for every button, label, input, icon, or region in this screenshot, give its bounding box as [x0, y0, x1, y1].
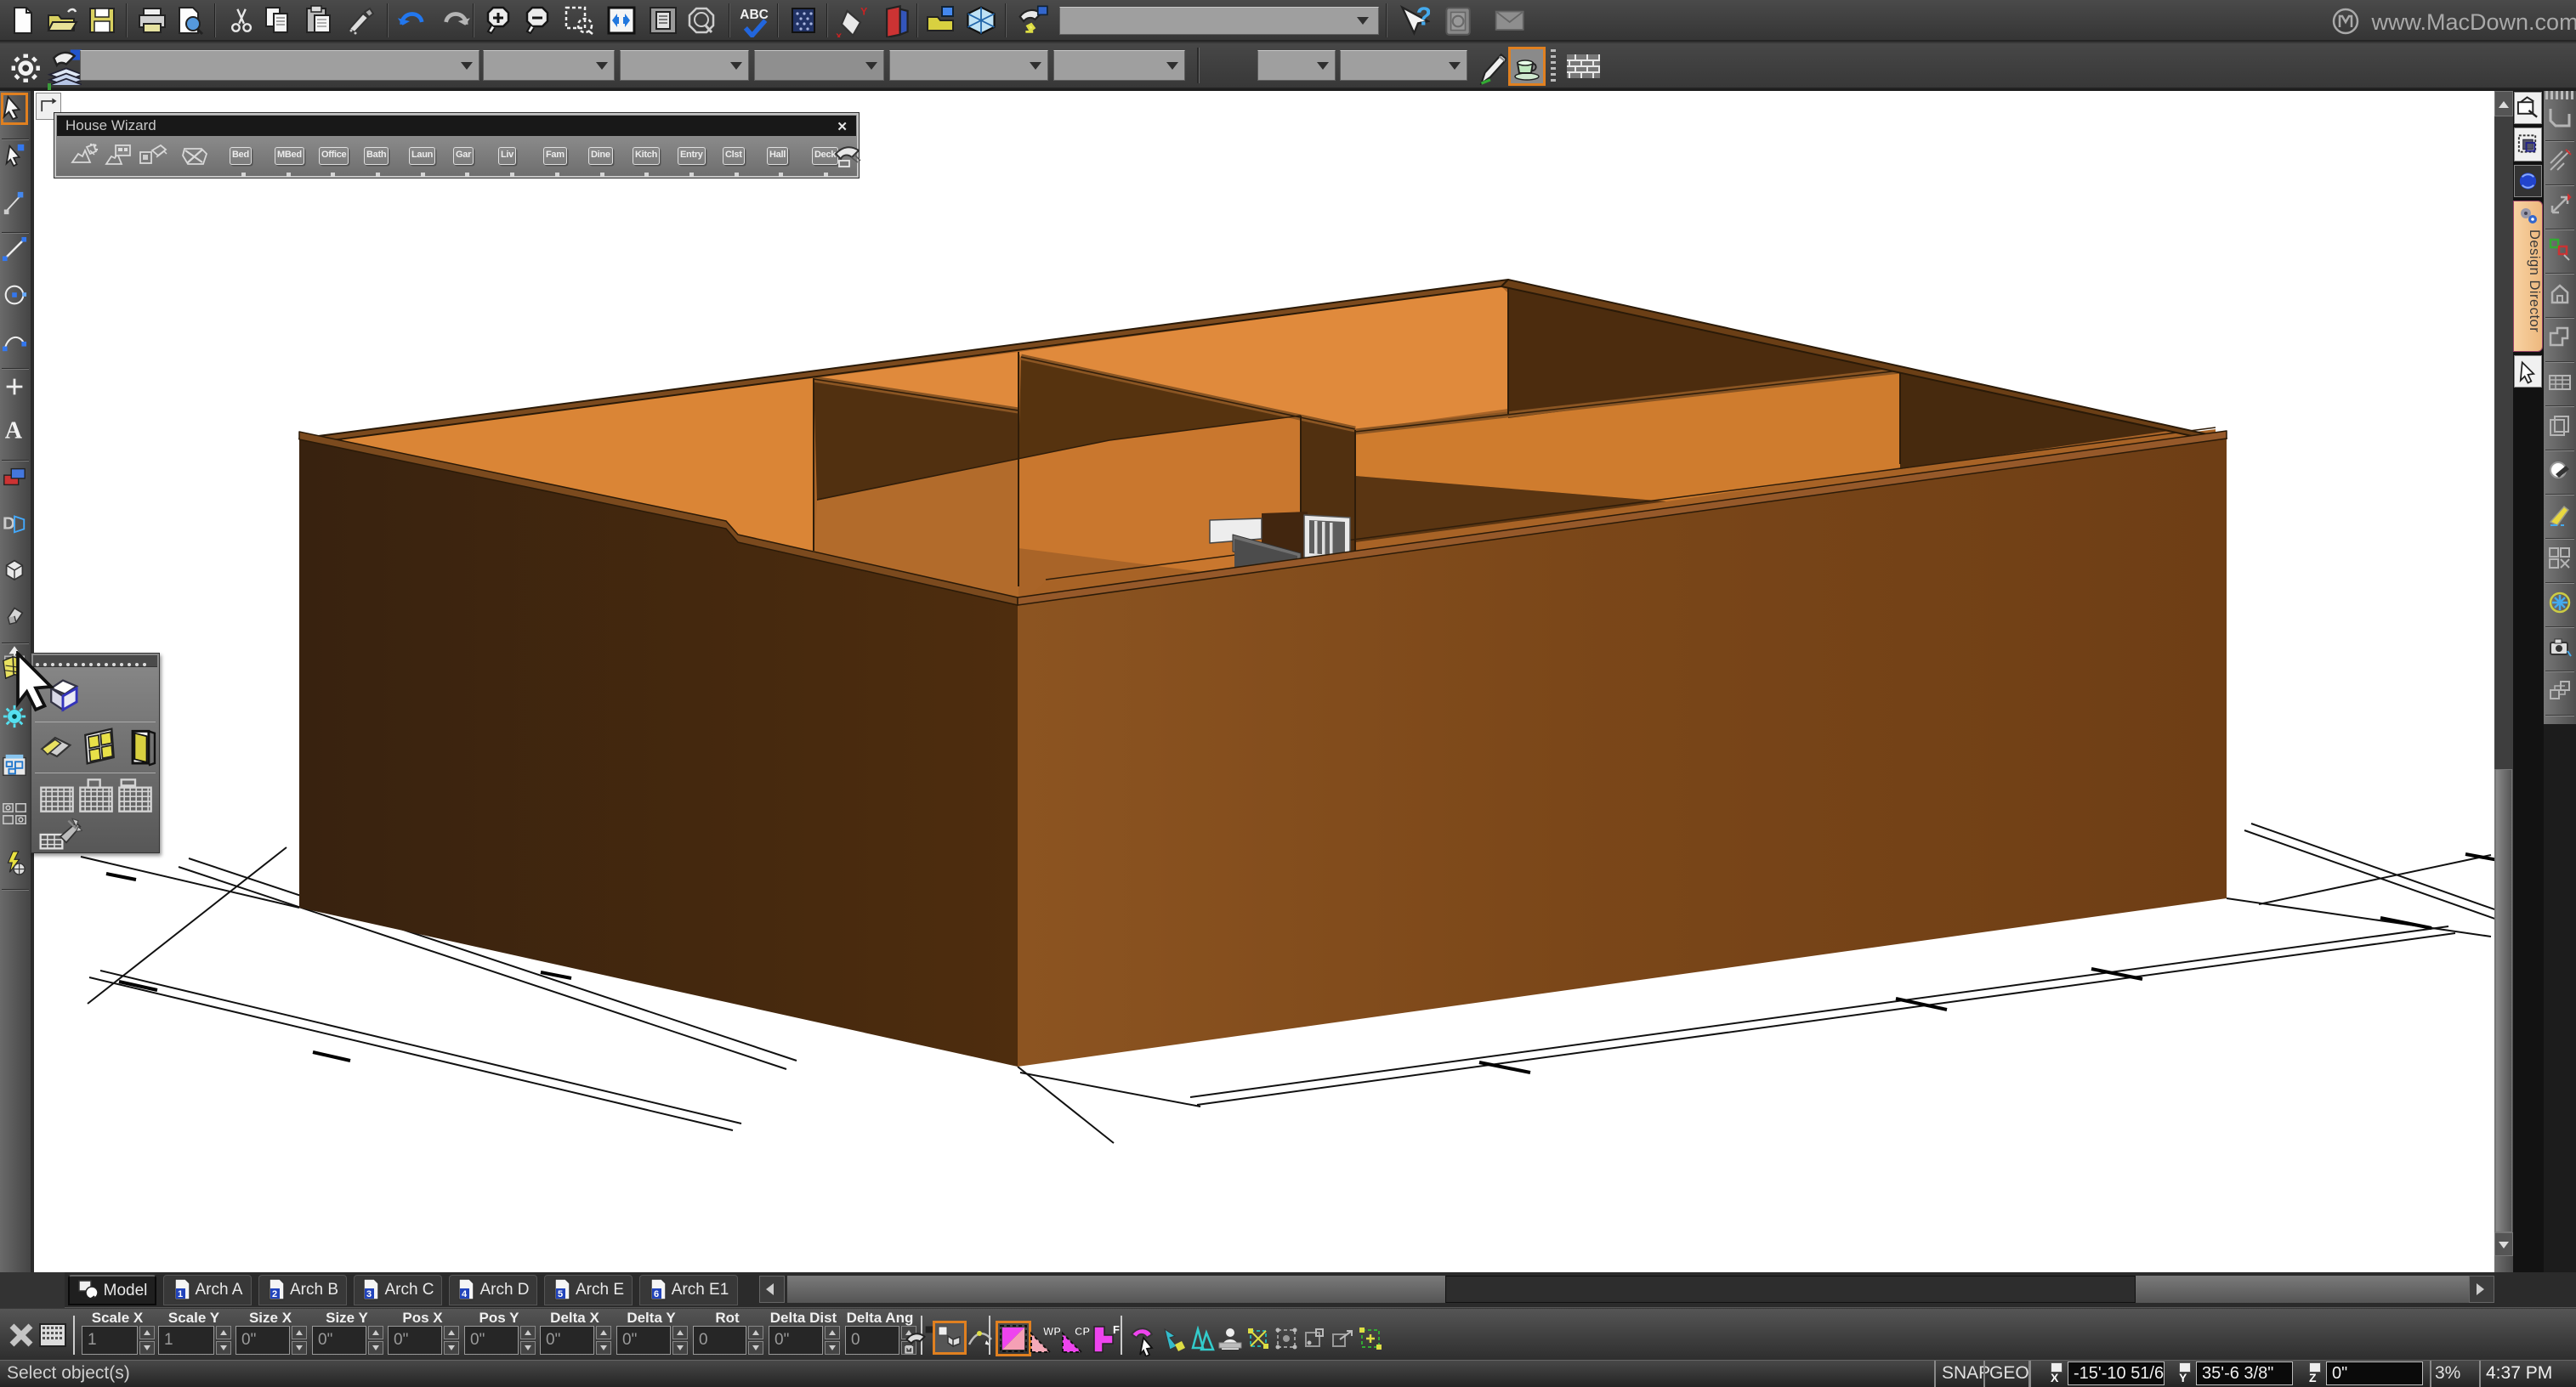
svg-text:2: 2	[272, 1289, 277, 1299]
svg-text:CP: CP	[1075, 1325, 1090, 1338]
svg-text:?: ?	[1416, 3, 1430, 31]
svg-text:4: 4	[462, 1289, 468, 1299]
svg-text:6: 6	[654, 1289, 659, 1299]
svg-text:A: A	[5, 417, 23, 442]
svg-text:5: 5	[558, 1289, 563, 1299]
svg-text:3: 3	[366, 1289, 372, 1299]
svg-text:WP: WP	[1043, 1325, 1060, 1338]
svg-text:D: D	[3, 514, 15, 534]
svg-text:x: x	[836, 30, 842, 37]
svg-text:1: 1	[178, 1289, 183, 1299]
svg-text:Y: Y	[860, 5, 867, 17]
svg-text:F: F	[1113, 1323, 1120, 1336]
